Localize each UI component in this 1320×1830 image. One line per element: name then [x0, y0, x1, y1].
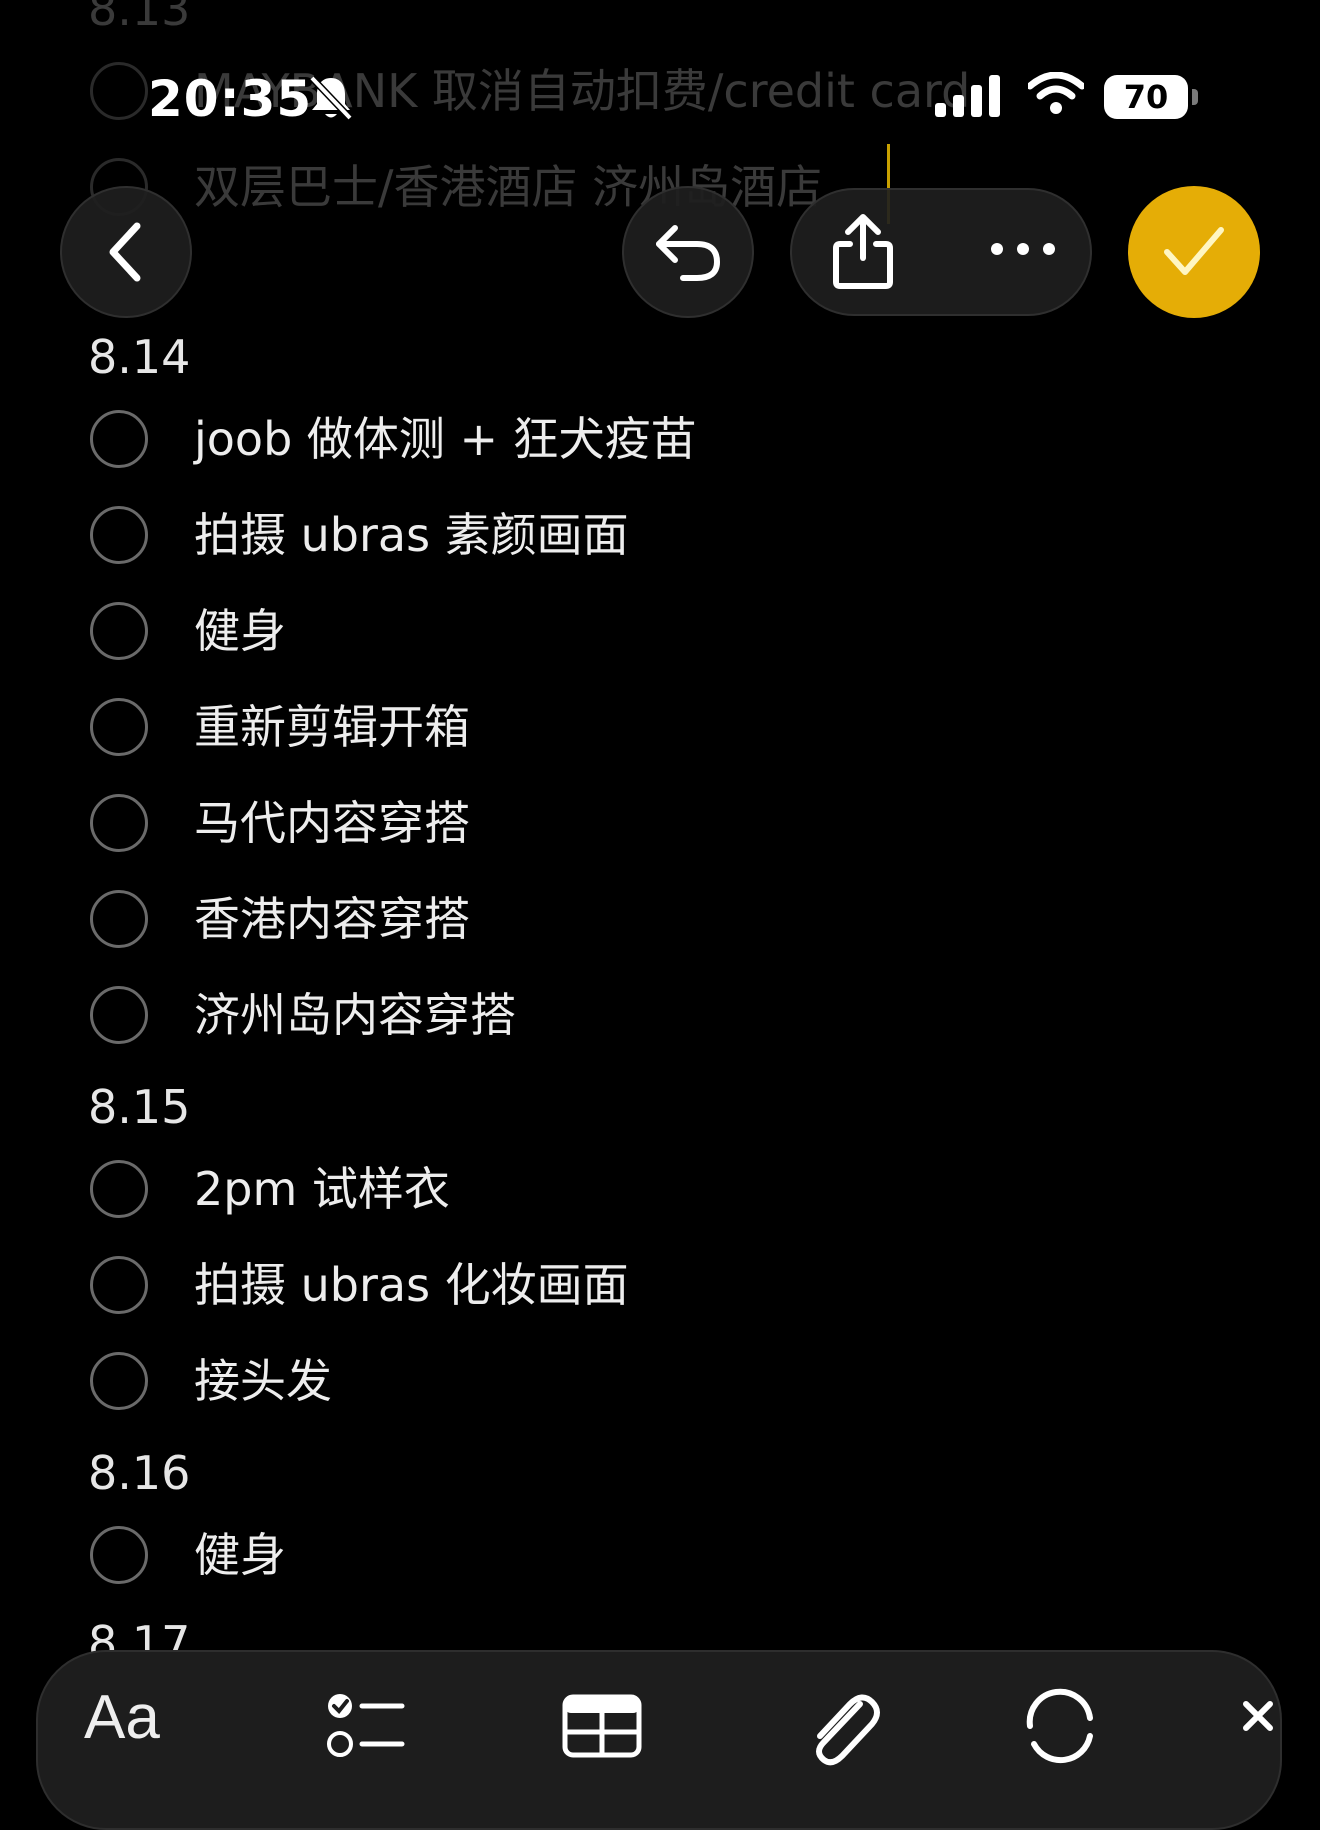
ellipsis-icon[interactable] [988, 234, 1058, 264]
checklist-item-text[interactable]: 健身 [194, 1528, 286, 1582]
checkbox-circle[interactable] [90, 890, 148, 948]
battery-level: 70 [1123, 78, 1169, 116]
checkbox-circle[interactable] [90, 602, 148, 660]
checklist-item-text[interactable]: 香港内容穿搭 [194, 892, 470, 946]
date-heading[interactable]: 8.16 [88, 1450, 190, 1496]
date-heading[interactable]: 8.13 [88, 0, 190, 32]
bell-off-icon [309, 75, 353, 121]
undo-button[interactable] [622, 186, 754, 318]
table-icon[interactable] [562, 1694, 642, 1760]
checklist-item[interactable]: 健身 [90, 602, 1230, 672]
checkbox-circle[interactable] [90, 1352, 148, 1410]
checklist-item-text[interactable]: 马代内容穿搭 [194, 796, 470, 850]
chevron-left-icon [109, 222, 141, 282]
date-heading[interactable]: 8.14 [88, 334, 190, 380]
checklist-item[interactable]: 健身 [90, 1526, 1230, 1596]
checklist-item-text[interactable]: 重新剪辑开箱 [194, 700, 470, 754]
pen-circle-icon[interactable] [1020, 1688, 1100, 1768]
checklist-item-text[interactable]: 2pm 试样衣 [194, 1162, 450, 1216]
checkbox-circle[interactable] [90, 506, 148, 564]
back-button[interactable] [60, 186, 192, 318]
checklist-item[interactable]: 接头发 [90, 1352, 1230, 1422]
checkbox-circle[interactable] [90, 1160, 148, 1218]
checklist-item[interactable]: 重新剪辑开箱 [90, 698, 1230, 768]
battery-indicator: 70 [1104, 75, 1198, 119]
date-heading[interactable]: 8.15 [88, 1084, 190, 1130]
share-icon[interactable] [828, 212, 898, 292]
status-time: 20:35 [148, 70, 313, 128]
cellular-signal-icon [935, 75, 1000, 117]
checklist-item[interactable]: 2pm 试样衣 [90, 1160, 1230, 1230]
checklist-item[interactable]: 济州岛内容穿搭 [90, 986, 1230, 1056]
checklist-item[interactable]: 拍摄 ubras 化妆画面 [90, 1256, 1230, 1326]
checklist-item-text[interactable]: 拍摄 ubras 化妆画面 [194, 1258, 629, 1312]
checklist-item[interactable]: 香港内容穿搭 [90, 890, 1230, 960]
paperclip-icon[interactable] [802, 1686, 882, 1770]
checkbox-circle[interactable] [90, 698, 148, 756]
checklist-item-text[interactable]: 接头发 [194, 1354, 332, 1408]
checklist-item[interactable]: 拍摄 ubras 素颜画面 [90, 506, 1230, 576]
undo-icon [656, 225, 721, 281]
checklist-icon[interactable] [326, 1692, 406, 1762]
format-text-button[interactable]: Aa [84, 1682, 160, 1753]
checkbox-circle[interactable] [90, 794, 148, 852]
checklist-item-text[interactable]: joob 做体测 + 狂犬疫苗 [194, 412, 697, 466]
checklist-item-text[interactable]: 拍摄 ubras 素颜画面 [194, 508, 629, 562]
checkbox-circle[interactable] [90, 1526, 148, 1584]
checkbox-circle[interactable] [90, 1256, 148, 1314]
close-icon[interactable] [1238, 1696, 1278, 1736]
done-button[interactable] [1128, 186, 1260, 318]
checkbox-circle[interactable] [90, 986, 148, 1044]
checklist-item-text[interactable]: 济州岛内容穿搭 [194, 988, 516, 1042]
checkbox-circle[interactable] [90, 62, 148, 120]
checklist-item-text[interactable]: 健身 [194, 604, 286, 658]
formatting-toolbar: Aa [36, 1650, 1282, 1830]
checklist-item[interactable]: 马代内容穿搭 [90, 794, 1230, 864]
wifi-icon [1028, 72, 1084, 114]
checkbox-circle[interactable] [90, 410, 148, 468]
checklist-item[interactable]: joob 做体测 + 狂犬疫苗 [90, 410, 1230, 480]
checkmark-icon [1164, 227, 1224, 275]
actions-pill [790, 188, 1092, 316]
